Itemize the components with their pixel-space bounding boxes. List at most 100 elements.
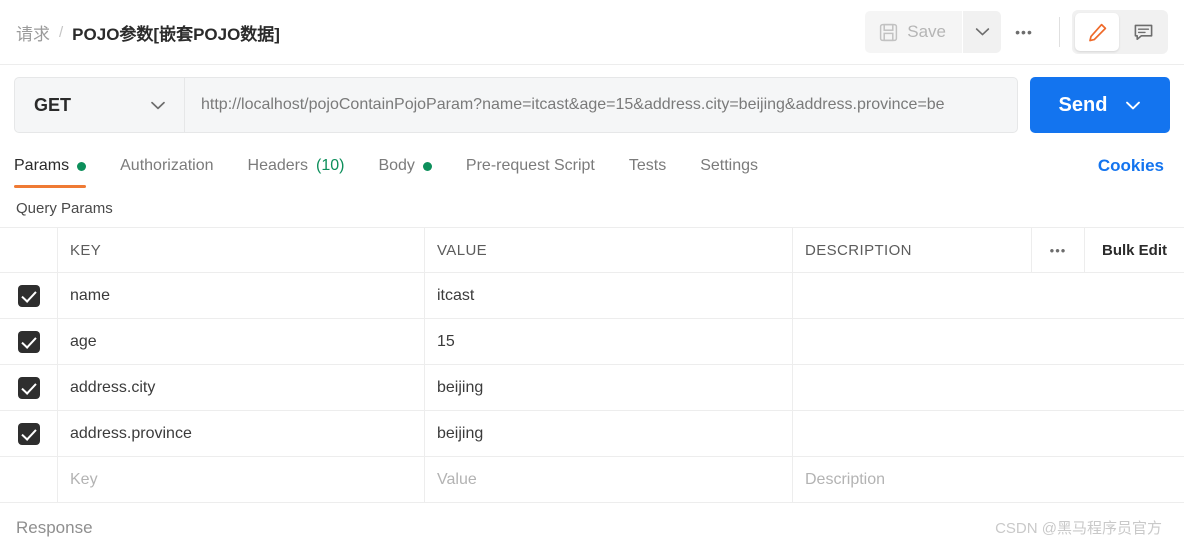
tab-settings[interactable]: Settings [683,144,775,188]
save-button[interactable]: Save [865,11,962,53]
tab-authorization[interactable]: Authorization [103,144,230,188]
table-more-options-button[interactable]: ••• [1031,228,1084,272]
row-checkbox-cell [0,319,58,364]
table-header-row: KEY VALUE DESCRIPTION ••• Bulk Edit [0,228,1184,273]
query-params-section: Query Params KEY VALUE DESCRIPTION ••• B… [0,188,1184,503]
row-description-cell[interactable] [793,411,1184,456]
tab-body[interactable]: Body [361,144,448,188]
new-row-checkbox-cell [0,457,58,502]
ellipsis-icon: ••• [1049,242,1067,258]
row-checkbox-cell [0,273,58,318]
new-row-key-placeholder: Key [70,470,98,488]
edit-mode-button[interactable] [1075,13,1119,51]
breadcrumb-parent[interactable]: 请求 [16,20,50,45]
row-description-cell[interactable] [793,273,1184,318]
tab-params-label: Params [14,157,70,174]
table-row: address.province beijing [0,411,1184,457]
header-value-cell: VALUE [425,228,793,272]
request-tabs: Params Authorization Headers (10) Body P… [0,144,1184,188]
comment-button[interactable] [1121,13,1165,51]
row-value-text: 15 [437,332,455,350]
floppy-disk-icon [879,23,898,42]
row-checkbox[interactable] [17,422,40,445]
row-description-cell[interactable] [793,319,1184,364]
row-value-cell[interactable]: 15 [425,319,793,364]
header-checkbox-cell [0,228,58,272]
breadcrumb-separator: / [59,23,64,41]
view-mode-group [1072,10,1168,54]
send-button-label: Send [1058,93,1108,116]
header-value-label: VALUE [437,241,488,259]
new-row-key-cell[interactable]: Key [58,457,425,502]
response-footer: Response CSDN @黑马程序员官方 [0,503,1184,538]
request-url-input[interactable]: http://localhost/pojoContainPojoParam?na… [185,78,1017,132]
pencil-icon [1087,22,1108,43]
tab-headers-count: (10) [316,157,345,174]
chevron-down-icon [150,100,166,111]
header-divider [1059,17,1060,47]
tab-settings-label: Settings [700,157,759,174]
save-button-label: Save [907,22,946,41]
method-url-group: GET http://localhost/pojoContainPojoPara… [14,77,1018,133]
chevron-down-icon [1125,100,1141,111]
row-value-text: itcast [437,286,475,304]
header-description-cell: DESCRIPTION [793,228,1031,272]
row-checkbox[interactable] [17,376,40,399]
row-checkbox[interactable] [17,284,40,307]
tab-headers-label: Headers [247,157,308,174]
row-checkbox-cell [0,411,58,456]
tab-tests[interactable]: Tests [612,144,683,188]
row-key-text: address.city [70,378,156,396]
row-value-cell[interactable]: beijing [425,365,793,410]
breadcrumb: 请求 / POJO参数[嵌套POJO数据] [0,20,280,45]
save-options-button[interactable] [963,11,1001,53]
query-params-title: Query Params [16,200,113,217]
bulk-edit-button[interactable]: Bulk Edit [1084,228,1184,272]
row-value-cell[interactable]: itcast [425,273,793,318]
table-new-row: Key Value Description [0,457,1184,503]
request-url-bar: GET http://localhost/pojoContainPojoPara… [0,65,1184,144]
more-options-button[interactable]: ••• [1001,11,1047,53]
tab-body-indicator-dot [422,161,432,171]
header-key-label: KEY [70,241,102,259]
header-actions: Save ••• [865,10,1184,54]
row-checkbox[interactable] [17,330,40,353]
new-row-description-cell[interactable]: Description [793,457,1184,502]
bulk-edit-label: Bulk Edit [1101,241,1167,259]
send-button[interactable]: Send [1030,77,1170,133]
row-key-cell[interactable]: address.city [58,365,425,410]
watermark: CSDN @黑马程序员官方 [995,520,1162,537]
row-value-cell[interactable]: beijing [425,411,793,456]
tab-tests-label: Tests [628,157,667,174]
row-key-cell[interactable]: address.province [58,411,425,456]
http-method-select[interactable]: GET [15,78,185,132]
header-key-cell: KEY [58,228,425,272]
tab-body-label: Body [378,157,415,174]
row-key-text: age [70,332,97,350]
tab-params[interactable]: Params [14,144,103,188]
http-method-value: GET [34,94,72,115]
new-row-value-placeholder: Value [437,470,477,488]
header-description-label: DESCRIPTION [805,241,912,259]
table-row: address.city beijing [0,365,1184,411]
new-row-value-cell[interactable]: Value [425,457,793,502]
row-description-cell[interactable] [793,365,1184,410]
tab-pre-request-script-label: Pre-request Script [465,157,595,174]
table-row: age 15 [0,319,1184,365]
chevron-down-icon [975,27,990,37]
query-params-table: KEY VALUE DESCRIPTION ••• Bulk Edit name [0,227,1184,503]
comment-icon [1133,22,1154,43]
request-header: 请求 / POJO参数[嵌套POJO数据] Save ••• [0,0,1184,65]
row-key-cell[interactable]: name [58,273,425,318]
row-key-text: address.province [70,424,192,442]
tab-authorization-label: Authorization [120,157,214,174]
ellipsis-icon: ••• [1015,24,1033,40]
breadcrumb-current: POJO参数[嵌套POJO数据] [72,24,280,44]
row-value-text: beijing [437,424,484,442]
row-key-text: name [70,286,111,304]
cookies-link[interactable]: Cookies [1098,156,1170,176]
row-key-cell[interactable]: age [58,319,425,364]
tab-headers[interactable]: Headers (10) [231,144,362,188]
table-row: name itcast [0,273,1184,319]
tab-pre-request-script[interactable]: Pre-request Script [449,144,612,188]
